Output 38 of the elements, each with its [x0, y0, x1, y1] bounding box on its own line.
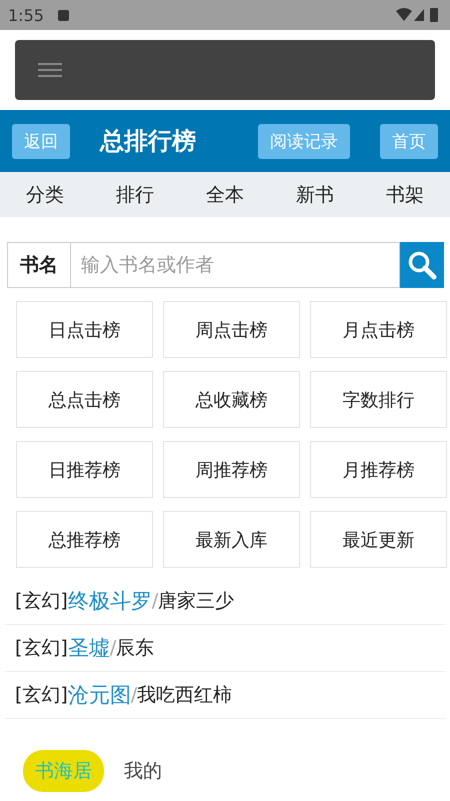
- ranking-link[interactable]: 日推荐榜: [16, 441, 153, 498]
- nav-link[interactable]: 全本: [206, 182, 244, 208]
- ranking-link[interactable]: 最近更新: [310, 511, 447, 568]
- book-author: 辰东: [116, 636, 154, 661]
- search-button[interactable]: [400, 242, 444, 288]
- menu-icon[interactable]: [38, 62, 62, 78]
- slash-separator: /: [152, 590, 158, 612]
- status-time: 1:55: [8, 6, 44, 24]
- signal-battery-icon: [396, 7, 440, 23]
- ranking-link[interactable]: 月推荐榜: [310, 441, 447, 498]
- search-icon: [407, 250, 437, 280]
- ranking-link[interactable]: 总点击榜: [16, 371, 153, 428]
- slash-separator: /: [110, 637, 116, 659]
- bottom-tab[interactable]: 我的: [112, 750, 174, 792]
- nav-link[interactable]: 书架: [386, 182, 424, 208]
- book-title-link[interactable]: 沧元图: [68, 681, 131, 709]
- ranking-link[interactable]: 总收藏榜: [163, 371, 300, 428]
- ranking-link[interactable]: 日点击榜: [16, 301, 153, 358]
- ranking-link[interactable]: 月点击榜: [310, 301, 447, 358]
- book-author: 唐家三少: [158, 589, 234, 614]
- book-author: 我吃西红柿: [137, 683, 232, 708]
- notification-icon: [58, 10, 69, 20]
- ranking-link[interactable]: 字数排行: [310, 371, 447, 428]
- nav-link[interactable]: 排行: [116, 182, 154, 208]
- search-field[interactable]: 输入书名或作者: [70, 242, 400, 288]
- book-title-link[interactable]: 终极斗罗: [68, 587, 152, 615]
- slash-separator: /: [130, 684, 138, 706]
- book-genre: [玄幻]: [15, 589, 68, 614]
- nav-link[interactable]: 分类: [26, 182, 64, 208]
- book-genre: [玄幻]: [15, 636, 68, 661]
- book-title-link[interactable]: 圣墟: [68, 634, 110, 662]
- ranking-link[interactable]: 周推荐榜: [163, 441, 300, 498]
- nav-link[interactable]: 新书: [296, 182, 334, 208]
- book-genre: [玄幻]: [15, 683, 68, 708]
- ranking-link[interactable]: 周点击榜: [163, 301, 300, 358]
- page-title: 总排行榜: [100, 126, 196, 157]
- ranking-link[interactable]: 总推荐榜: [16, 511, 153, 568]
- ranking-link[interactable]: 最新入库: [163, 511, 300, 568]
